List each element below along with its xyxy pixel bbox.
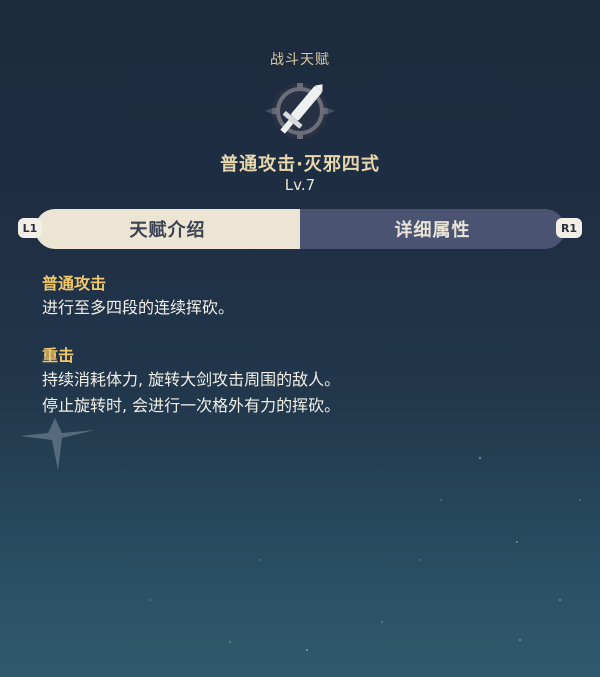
talent-description: 普通攻击 进行至多四段的连续挥砍。 重击 持续消耗体力, 旋转大剑攻击周围的敌人…: [42, 273, 562, 419]
section-title-normal-attack: 普通攻击: [42, 274, 107, 293]
tab-bar: 天赋介绍 详细属性: [35, 209, 565, 249]
section-text-charged-attack-1: 持续消耗体力, 旋转大剑攻击周围的敌人。: [42, 370, 341, 389]
tab-talent-intro[interactable]: 天赋介绍: [35, 209, 300, 249]
sword-icon: [265, 83, 335, 139]
l1-button-hint[interactable]: L1: [18, 218, 42, 238]
talent-category: 战斗天赋: [270, 52, 330, 68]
talent-level: Lv.7: [284, 176, 316, 194]
r1-button-hint[interactable]: R1: [556, 218, 582, 238]
section-text-charged-attack-2: 停止旋转时, 会进行一次格外有力的挥砍。: [42, 396, 341, 415]
tab-detailed-attributes[interactable]: 详细属性: [300, 209, 565, 249]
section-title-charged-attack: 重击: [42, 346, 75, 365]
sparkle-icon: [20, 418, 95, 470]
talent-name: 普通攻击·灭邪四式: [220, 154, 380, 175]
section-text-normal-attack: 进行至多四段的连续挥砍。: [42, 298, 235, 317]
